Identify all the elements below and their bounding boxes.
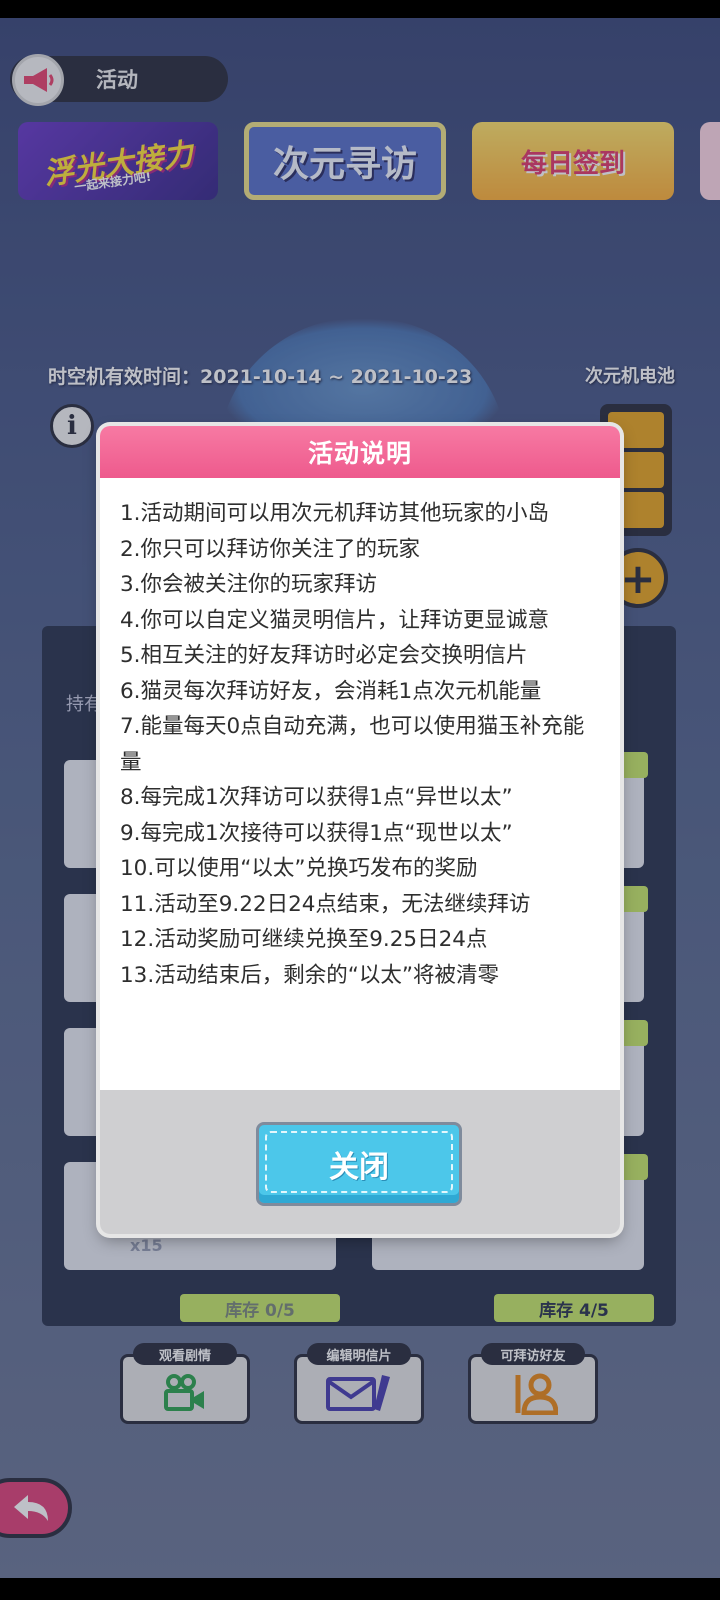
rule-item: 1.活动期间可以用次元机拜访其他玩家的小岛 [120, 501, 550, 526]
system-nav-bar [0, 1578, 720, 1600]
dialog-footer: 关闭 [100, 1090, 620, 1234]
rule-item: 11.活动至9.22日24点结束，无法继续拜访 [120, 891, 531, 917]
rule-item: 9.每完成1次接待可以获得1点“现世以太” [120, 820, 513, 846]
rule-item: 13.活动结束后，剩余的“以太”将被清零 [120, 962, 499, 988]
rules-list: 1.活动期间可以用次元机拜访其他玩家的小岛 2.你只可以拜访你关注了的玩家 3.… [100, 478, 620, 1098]
rule-item: 6.猫灵每次拜访好友，会消耗1点次元机能量 [120, 678, 542, 704]
rule-item: 3.你会被关注你的玩家拜访 [120, 572, 378, 597]
rule-item: 8.每完成1次拜访可以获得1点“异世以太” [120, 785, 513, 810]
rule-item: 2.你只可以拜访你关注了的玩家 [120, 536, 421, 562]
rule-item: 10.可以使用“以太”兑换巧发布的奖励 [120, 856, 478, 881]
dialog-title: 活动说明 [307, 439, 412, 468]
activity-info-dialog: 活动说明 1.活动期间可以用次元机拜访其他玩家的小岛 2.你只可以拜访你关注了的… [100, 426, 620, 1234]
close-button[interactable]: 关闭 [256, 1122, 462, 1206]
rule-item: 12.活动奖励可继续兑换至9.25日24点 [120, 927, 488, 952]
rule-item: 7.能量每天0点自动充满，也可以使用猫玉补充能量 [120, 714, 585, 775]
dialog-header: 活动说明 [100, 426, 620, 478]
rule-item: 4.你可以自定义猫灵明信片，让拜访更显诚意 [120, 607, 550, 633]
rule-item: 5.相互关注的好友拜访时必定会交换明信片 [120, 643, 528, 668]
close-button-label: 关闭 [329, 1150, 389, 1185]
game-screen: 活动 浮光大接力 一起来接力吧! 次元寻访 每日签到 时空机有效时间：2021-… [0, 18, 720, 1578]
